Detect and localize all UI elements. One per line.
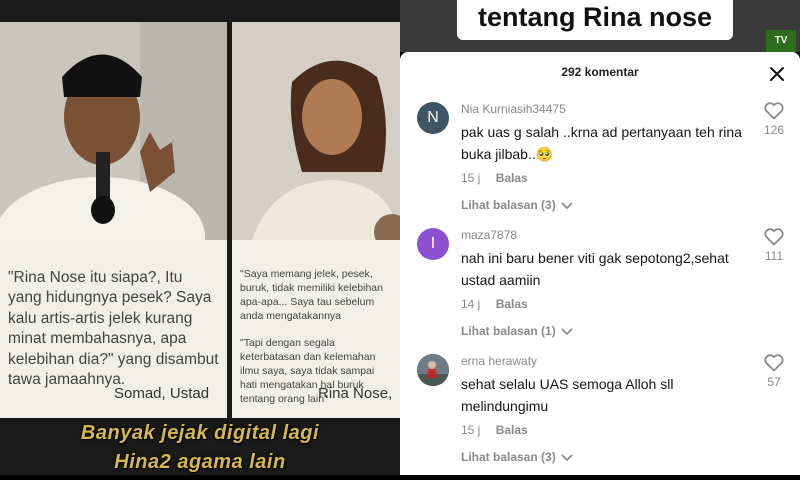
subtitle-line-2: Hina2 agama lain bbox=[114, 451, 286, 473]
like-count: 126 bbox=[763, 123, 785, 137]
comment-username[interactable]: Nia Kurniasih34475 bbox=[461, 102, 566, 116]
reply-button[interactable]: Balas bbox=[496, 423, 528, 437]
person-photo-icon bbox=[417, 354, 449, 386]
close-icon bbox=[770, 67, 784, 81]
comment-meta: 15 j Balas bbox=[461, 423, 528, 437]
rina-photo bbox=[232, 22, 400, 240]
chevron-down-icon bbox=[561, 454, 573, 462]
heart-icon bbox=[764, 228, 784, 246]
ustad-figure-icon bbox=[0, 22, 227, 240]
video-title-overlay: tentang Rina nose bbox=[457, 0, 733, 40]
like-button[interactable]: 111 bbox=[762, 228, 786, 263]
comment-time: 14 j bbox=[461, 297, 481, 311]
view-replies-button[interactable]: Lihat balasan (1) bbox=[461, 324, 573, 338]
comment-meta: 14 j Balas bbox=[461, 297, 528, 311]
left-caption: "Rina Nose itu siapa?, Itu yang hidungny… bbox=[8, 269, 219, 389]
comment-item: I maza7878 nah ini baru bener viti gak s… bbox=[400, 228, 800, 354]
comment-time: 15 j bbox=[461, 423, 481, 437]
view-replies-button[interactable]: Lihat balasan (3) bbox=[461, 450, 573, 464]
close-button[interactable] bbox=[768, 65, 786, 83]
meme-panel-right: "Saya memang jelek, pesek, buruk, tidak … bbox=[232, 22, 400, 418]
avatar[interactable]: I bbox=[417, 228, 449, 260]
rina-figure-icon bbox=[232, 22, 400, 240]
comment-username[interactable]: maza7878 bbox=[461, 228, 517, 242]
tv-logo: TV bbox=[766, 30, 796, 52]
view-replies-label: Lihat balasan (3) bbox=[461, 450, 556, 464]
heart-icon bbox=[764, 354, 784, 372]
video-subtitles: Banyak jejak digital lagi Hina2 agama la… bbox=[0, 422, 400, 475]
reply-button[interactable]: Balas bbox=[496, 171, 528, 185]
right-credit: Rina Nose, bbox=[318, 385, 393, 402]
avatar[interactable] bbox=[417, 354, 449, 386]
comment-count: 292 komentar bbox=[561, 65, 639, 79]
avatar-letter: I bbox=[430, 235, 436, 252]
like-button[interactable]: 126 bbox=[762, 102, 786, 137]
comment-time: 15 j bbox=[461, 171, 481, 185]
comment-text: sehat selalu UAS semoga Alloh sll melind… bbox=[461, 376, 674, 414]
chevron-down-icon bbox=[561, 328, 573, 336]
view-replies-button[interactable]: Lihat balasan (3) bbox=[461, 198, 573, 212]
avatar[interactable]: N bbox=[417, 102, 449, 134]
view-replies-label: Lihat balasan (3) bbox=[461, 198, 556, 212]
like-button[interactable]: 57 bbox=[762, 354, 786, 389]
left-credit: Somad, Ustad bbox=[114, 385, 210, 402]
comment-text: nah ini baru bener viti gak sepotong2,se… bbox=[461, 250, 729, 288]
like-count: 111 bbox=[764, 249, 784, 263]
comment-item: erna herawaty sehat selalu UAS semoga Al… bbox=[400, 354, 800, 480]
reply-button[interactable]: Balas bbox=[496, 297, 528, 311]
comments-header: 292 komentar bbox=[400, 52, 800, 92]
comment-item: N Nia Kurniasih34475 pak uas g salah ..k… bbox=[400, 102, 800, 228]
heart-icon bbox=[764, 102, 784, 120]
comment-meta: 15 j Balas bbox=[461, 171, 528, 185]
ustad-photo bbox=[0, 22, 227, 240]
video-title-text: tentang Rina nose bbox=[477, 2, 713, 32]
chevron-down-icon bbox=[561, 202, 573, 210]
right-caption-1: "Saya memang jelek, pesek, buruk, tidak … bbox=[240, 268, 383, 322]
avatar-letter: N bbox=[427, 109, 439, 126]
comments-sheet: 292 komentar N Nia Kurniasih34475 pak ua… bbox=[400, 52, 800, 475]
view-replies-label: Lihat balasan (1) bbox=[461, 324, 556, 338]
video-player[interactable]: "Rina Nose itu siapa?, Itu yang hidungny… bbox=[0, 0, 400, 475]
comment-username[interactable]: erna herawaty bbox=[461, 354, 537, 368]
comment-text: pak uas g salah ..krna ad pertanyaan teh… bbox=[461, 124, 742, 162]
subtitle-line-1: Banyak jejak digital lagi bbox=[80, 422, 320, 444]
meme-panel-left: "Rina Nose itu siapa?, Itu yang hidungny… bbox=[0, 22, 227, 418]
like-count: 57 bbox=[767, 375, 781, 389]
